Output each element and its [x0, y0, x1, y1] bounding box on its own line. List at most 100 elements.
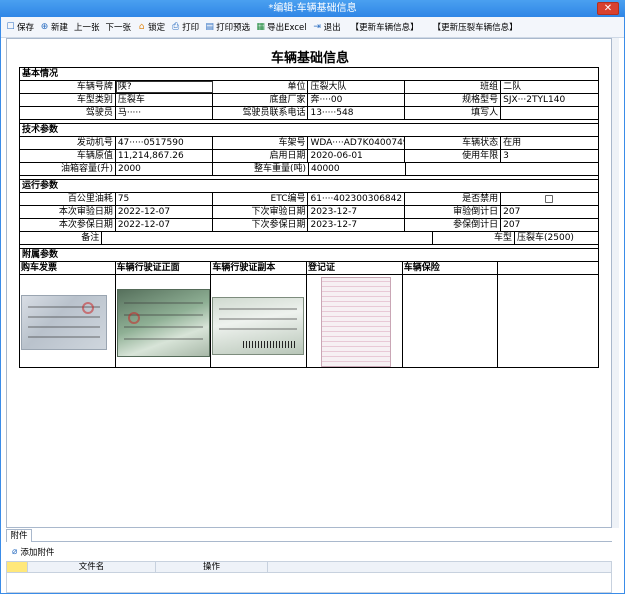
- exit-icon: ⇥: [313, 21, 321, 32]
- insurance-date-field[interactable]: 2022-12-07: [116, 219, 213, 231]
- driver-phone-label: 驾驶员联系电话: [213, 107, 309, 119]
- inspection-countdown-field[interactable]: 207: [501, 206, 598, 218]
- original-value-field[interactable]: 11,214,867.26: [116, 150, 213, 162]
- next-insurance-label: 下次参保日期: [213, 219, 309, 231]
- inspection-date-field[interactable]: 2022-12-07: [116, 206, 213, 218]
- form-row: 发动机号 47·····0517590 车架号 WDA····AD7K04007…: [20, 137, 598, 150]
- print-preview-button[interactable]: ▤ 打印预选: [205, 21, 250, 33]
- vehicle-weight-field[interactable]: 40000: [309, 163, 406, 175]
- section-run-header: 运行参数: [20, 180, 598, 193]
- export-excel-button[interactable]: ▦ 导出Excel: [256, 21, 306, 33]
- form-title: 车辆基础信息: [270, 51, 349, 66]
- print-icon: ⎙: [171, 21, 180, 32]
- registration-header: 登记证: [307, 262, 403, 274]
- license-front-cell[interactable]: [116, 275, 212, 367]
- print-button[interactable]: ⎙ 打印: [171, 21, 199, 33]
- form-content-area: 车辆基础信息 基本情况 车辆号牌 陕? 单位 压裂大队 班组 二队 车型类别 压…: [6, 38, 612, 528]
- frame-no-label: 车架号: [213, 137, 309, 149]
- tank-capacity-field[interactable]: 2000: [116, 163, 213, 175]
- engine-no-label: 发动机号: [20, 137, 116, 149]
- insurance-countdown-field[interactable]: 207: [501, 219, 598, 231]
- vehicle-weight-label: 整车重量(吨): [213, 163, 309, 175]
- vehicle-type-field[interactable]: 压裂车: [116, 94, 213, 106]
- license-copy-cell[interactable]: [211, 275, 308, 367]
- add-attachment-button[interactable]: ⌀ 添加附件: [12, 546, 54, 558]
- frame-no-field[interactable]: WDA····AD7K0400749: [308, 137, 406, 149]
- etc-no-field[interactable]: 61····402300306842: [308, 193, 406, 205]
- empty-cell: [498, 275, 598, 367]
- attachment-tabs: 附件: [6, 529, 612, 542]
- insurance-date-label: 本次参保日期: [20, 219, 116, 231]
- start-date-field[interactable]: 2020-06-01: [308, 150, 406, 162]
- form-row: 车辆号牌 陕? 单位 压裂大队 班组 二队: [20, 81, 598, 94]
- section-attachments-header: 附属参数: [20, 249, 598, 262]
- attachment-columns: 购车发票 车辆行驶证正面 车辆行驶证副本 登记证 车辆保险: [20, 262, 598, 275]
- unit-field[interactable]: 压裂大队: [308, 81, 406, 93]
- team-field[interactable]: 二队: [501, 81, 598, 93]
- vehicle-status-label: 车辆状态: [405, 137, 502, 149]
- close-button[interactable]: ✕: [597, 2, 619, 15]
- disabled-label: 是否禁用: [405, 193, 502, 205]
- registration-cell[interactable]: [307, 275, 403, 367]
- purchase-invoice-image[interactable]: [21, 295, 107, 350]
- next-insurance-field[interactable]: 2023-12-7: [308, 219, 406, 231]
- driver-phone-field[interactable]: 13·····548: [308, 107, 406, 119]
- plate-field[interactable]: 陕?: [115, 81, 213, 93]
- tab-attachments[interactable]: 附件: [6, 529, 32, 542]
- add-attachment-label: 添加附件: [20, 548, 55, 558]
- vehicle-model-label: 车型: [433, 232, 515, 244]
- model-spec-field[interactable]: SJX···2TYL140: [501, 94, 598, 106]
- lock-button[interactable]: ⌂ 锁定: [137, 21, 165, 33]
- engine-no-field[interactable]: 47·····0517590: [116, 137, 213, 149]
- fuel-consumption-label: 百公里油耗: [20, 193, 116, 205]
- license-copy-image[interactable]: [212, 297, 305, 355]
- purchase-invoice-cell[interactable]: [20, 275, 116, 367]
- empty-label: [406, 163, 502, 175]
- form-row: 本次审验日期 2022-12-07 下次审验日期 2023-12-7 审验倒计日…: [20, 206, 598, 219]
- select-all-column[interactable]: [7, 562, 28, 572]
- update-fracturing-vehicle-button[interactable]: 【更新压裂车辆信息】: [433, 21, 518, 33]
- section-tech-header: 技术参数: [20, 124, 598, 137]
- next-button[interactable]: 下一张: [106, 21, 132, 33]
- action-column-header[interactable]: 操作: [156, 562, 268, 572]
- update-vehicle-info-button[interactable]: 【更新车辆信息】: [351, 21, 419, 33]
- form-row: 车辆原值 11,214,867.26 启用日期 2020-06-01 使用年限 …: [20, 150, 598, 163]
- remark-field[interactable]: [102, 232, 433, 244]
- filename-column-header[interactable]: 文件名: [28, 562, 156, 572]
- driver-field[interactable]: 马·····: [116, 107, 213, 119]
- paperclip-icon: ⌀: [12, 547, 18, 557]
- form-row: 百公里油耗 75 ETC编号 61····402300306842 是否禁用: [20, 193, 598, 206]
- vehicle-status-field[interactable]: 在用: [501, 137, 598, 149]
- save-icon: ☐: [6, 21, 15, 32]
- new-button[interactable]: ⊕ 新建: [40, 21, 68, 33]
- registration-image[interactable]: [321, 277, 392, 367]
- empty-header: [498, 262, 598, 274]
- attachment-images: [20, 275, 598, 367]
- model-spec-label: 规格型号: [405, 94, 502, 106]
- license-copy-header: 车辆行驶证副本: [211, 262, 308, 274]
- insurance-cell[interactable]: [403, 275, 499, 367]
- form-row: 油箱容量(升) 2000 整车重量(吨) 40000: [20, 163, 598, 176]
- previous-button[interactable]: 上一张: [74, 21, 100, 33]
- team-label: 班组: [405, 81, 502, 93]
- vehicle-type-label: 车型类别: [20, 94, 116, 106]
- exit-button[interactable]: ⇥ 退出: [313, 21, 340, 33]
- etc-no-label: ETC编号: [213, 193, 309, 205]
- service-years-field[interactable]: 3: [501, 150, 598, 162]
- disabled-checkbox[interactable]: [545, 195, 554, 203]
- disabled-cell: [501, 193, 598, 205]
- vehicle-model-field[interactable]: 压裂车(2500): [515, 232, 598, 244]
- excel-icon: ▦: [256, 21, 265, 32]
- add-icon: ⊕: [40, 21, 49, 32]
- fuel-consumption-field[interactable]: 75: [116, 193, 213, 205]
- toolbar: ☐ 保存 ⊕ 新建 上一张 下一张 ⌂ 锁定 ⎙ 打印 ▤ 打印预选 ▦ 导出Excel ⇥…: [0, 17, 625, 38]
- form-row: 本次参保日期 2022-12-07 下次参保日期 2023-12-7 参保倒计日…: [20, 219, 598, 232]
- next-inspection-field[interactable]: 2023-12-7: [308, 206, 406, 218]
- form-row: 备注 车型 压裂车(2500): [20, 232, 598, 245]
- chassis-maker-field[interactable]: 奔····00: [308, 94, 406, 106]
- form-scrollbar[interactable]: [612, 38, 619, 528]
- save-button[interactable]: ☐ 保存: [6, 21, 34, 33]
- filler-field[interactable]: [501, 107, 598, 119]
- lock-icon: ⌂: [138, 21, 145, 32]
- license-front-image[interactable]: [116, 289, 210, 357]
